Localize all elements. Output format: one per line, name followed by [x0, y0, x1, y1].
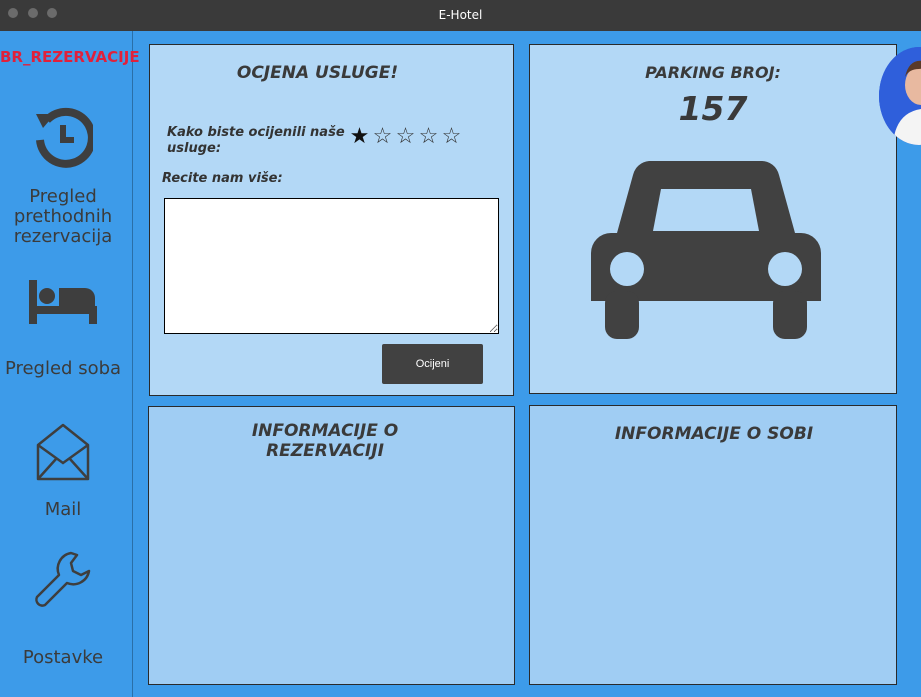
- sidebar-item-label: Pregled soba: [4, 358, 122, 379]
- star-5[interactable]: ☆: [440, 123, 463, 149]
- submit-rating-button[interactable]: Ocijeni: [382, 344, 483, 384]
- room-info-panel: INFORMACIJE O SOBI: [529, 405, 897, 685]
- rating-title: OCJENA USLUGE!: [236, 63, 399, 83]
- title-bar: E-Hotel: [0, 0, 921, 31]
- star-2[interactable]: ☆: [371, 123, 394, 149]
- sidebar-item-label: Pregled prethodnih rezervacija: [13, 186, 113, 247]
- star-3[interactable]: ☆: [394, 123, 417, 149]
- rating-panel: OCJENA USLUGE! Kako biste ocijenili naše…: [149, 44, 514, 396]
- bed-icon: [0, 280, 126, 331]
- comment-textarea[interactable]: [164, 198, 499, 334]
- sidebar-item-rooms[interactable]: Pregled soba: [0, 280, 126, 379]
- sidebar: BR_REZERVACIJE Pregled prethodnih rezerv…: [0, 31, 140, 697]
- comment-label: Recite nam više:: [162, 171, 283, 186]
- window-title: E-Hotel: [438, 8, 483, 22]
- history-icon: [0, 106, 126, 173]
- parking-number: 157: [678, 89, 748, 128]
- reservation-info-panel: INFORMACIJE O REZERVACIJI: [148, 406, 515, 685]
- star-rating: ★ ☆ ☆ ☆ ☆: [348, 123, 463, 149]
- car-icon: [591, 160, 821, 346]
- sidebar-item-label: Postavke: [22, 647, 104, 668]
- sidebar-item-settings[interactable]: Postavke: [0, 549, 126, 668]
- reservation-number-label: BR_REZERVACIJE: [0, 48, 140, 66]
- mail-icon: [0, 423, 126, 486]
- reservation-info-title: INFORMACIJE O REZERVACIJI: [251, 421, 399, 461]
- star-4[interactable]: ☆: [417, 123, 440, 149]
- parking-title: PARKING BROJ:: [645, 63, 781, 82]
- rating-question: Kako biste ocijenili naše usluge:: [167, 125, 345, 156]
- sidebar-item-label: Mail: [44, 499, 82, 520]
- parking-panel: PARKING BROJ: 157: [529, 44, 897, 394]
- star-1[interactable]: ★: [348, 123, 371, 149]
- wrench-icon: [0, 549, 126, 618]
- sidebar-item-mail[interactable]: Mail: [0, 423, 126, 520]
- room-info-title: INFORMACIJE O SOBI: [614, 424, 814, 444]
- sidebar-item-previous-reservations[interactable]: Pregled prethodnih rezervacija: [0, 106, 126, 247]
